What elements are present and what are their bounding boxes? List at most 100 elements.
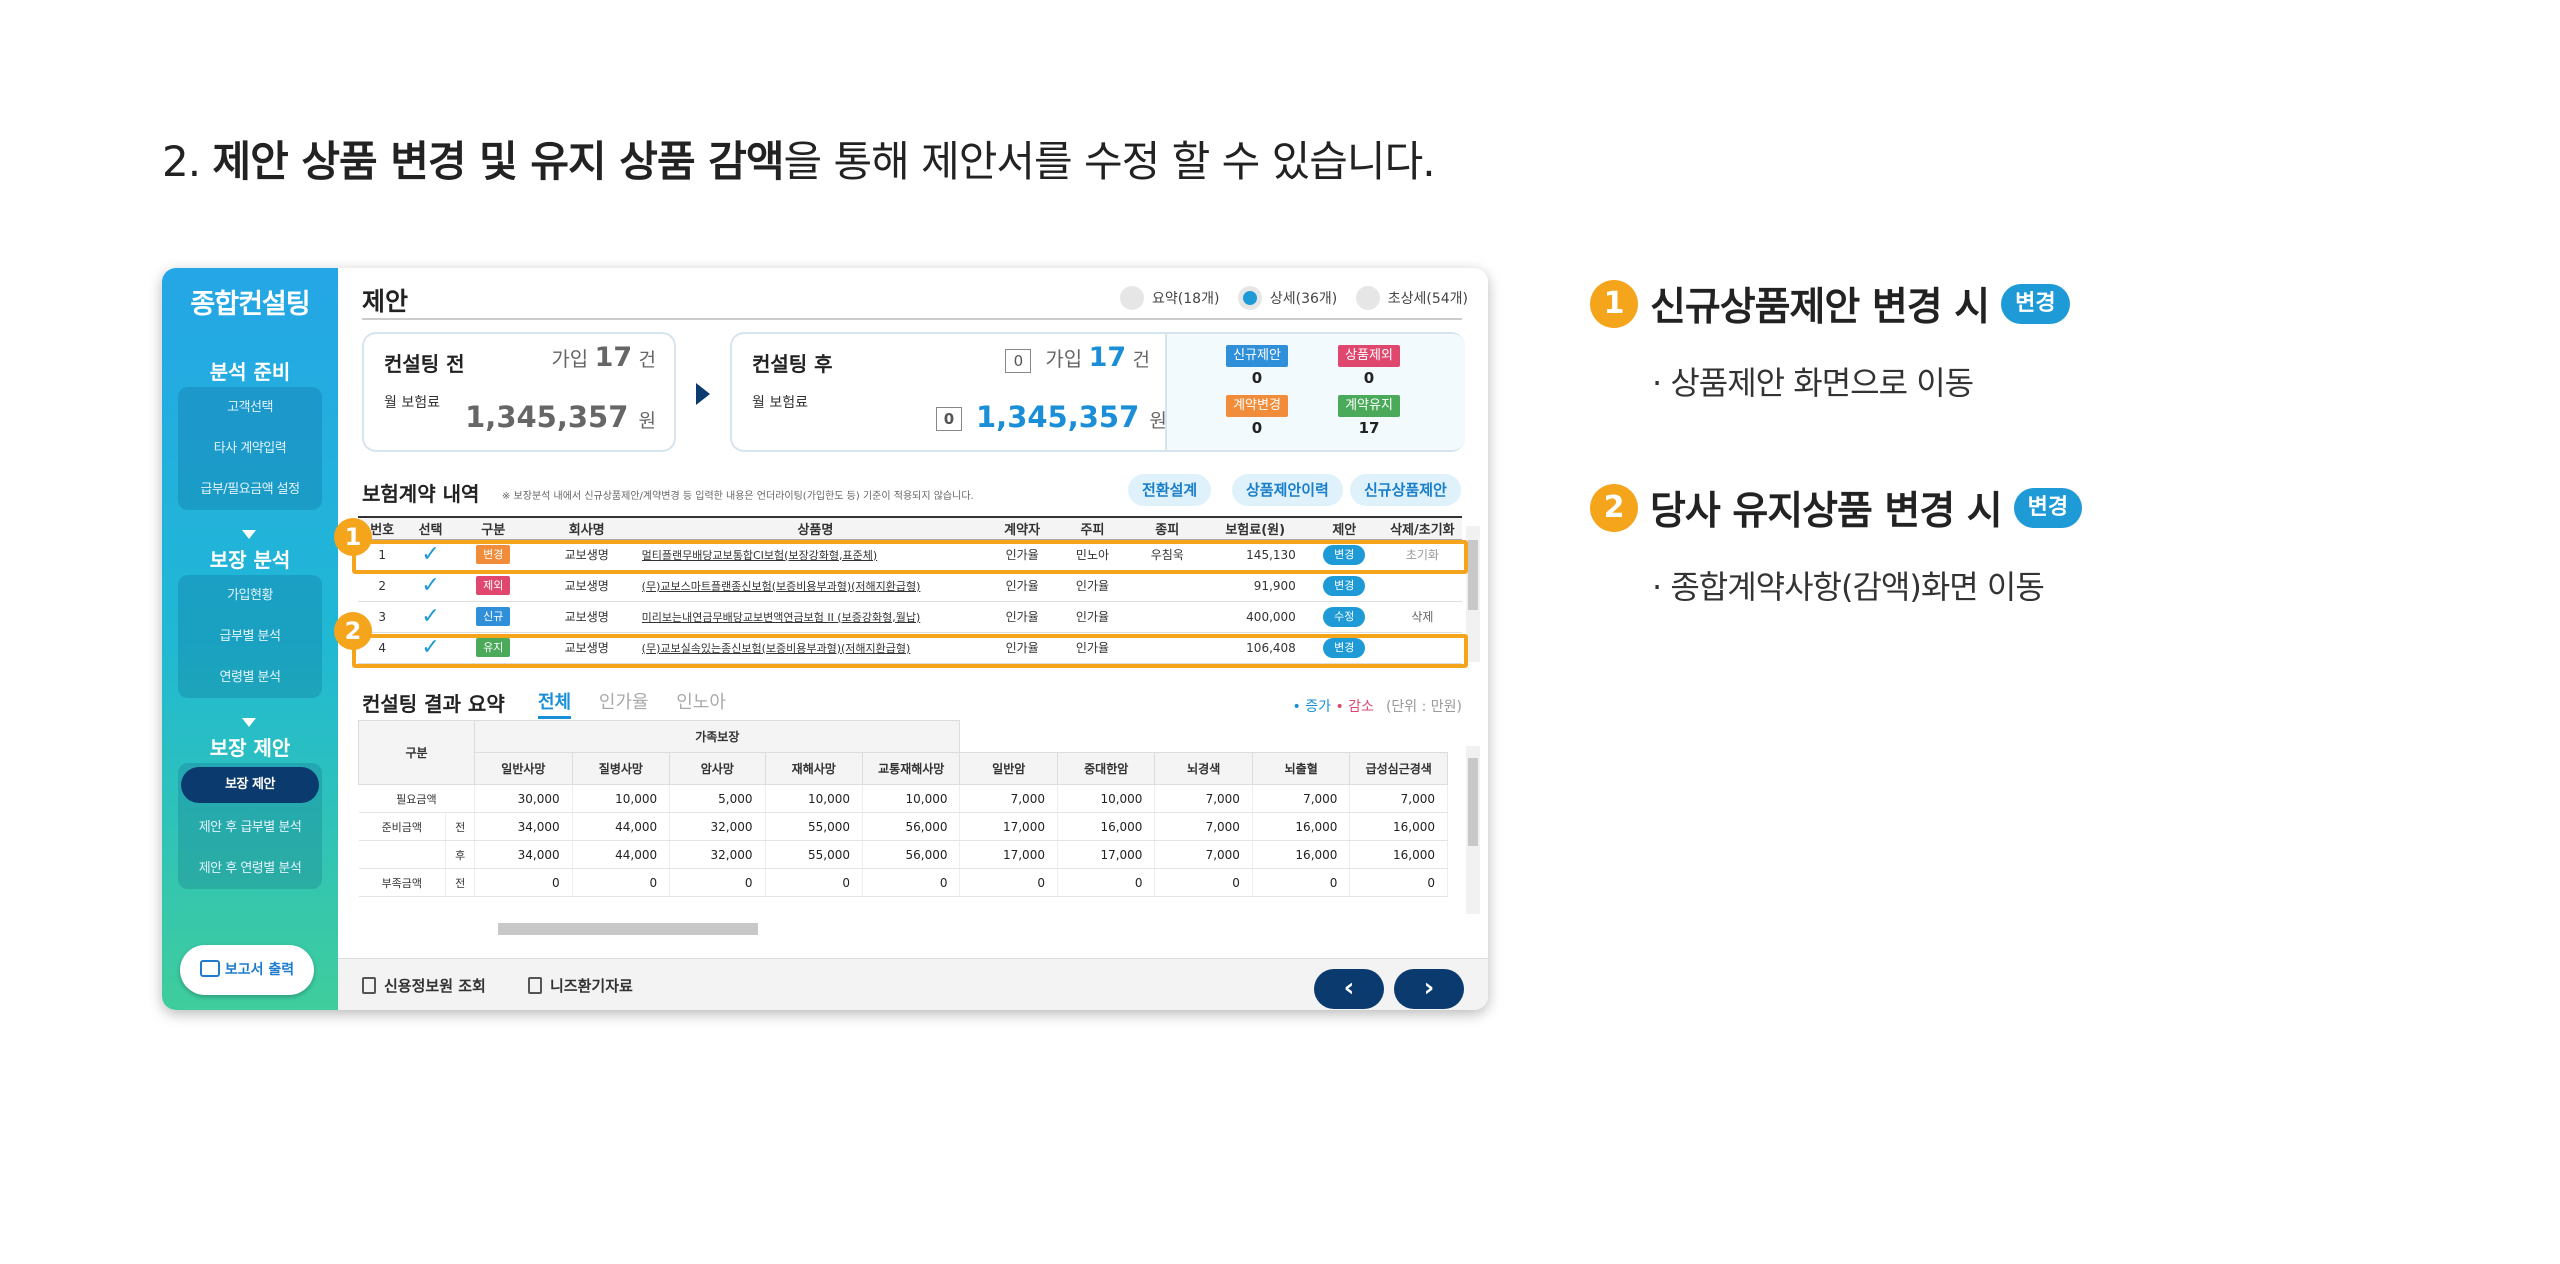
next-button[interactable]: › xyxy=(1394,969,1464,1009)
table-row[interactable]: 3 ✓ 신규 교보생명 미리보는내연금무배당교보변액연금보험 II (보증강화형… xyxy=(358,601,1462,633)
edit-button[interactable]: 수정 xyxy=(1323,606,1366,627)
callout-title: 신규상품제안 변경 시 xyxy=(1650,285,1990,330)
column-header: 주피 xyxy=(1055,516,1130,540)
change-button[interactable]: 변경 xyxy=(1323,575,1366,596)
cell: 32,000 xyxy=(669,812,766,841)
cell-premium: 91,900 xyxy=(1204,570,1306,602)
needs-material-link[interactable]: 니즈환기자료 xyxy=(528,975,633,996)
new-product-proposal-button[interactable]: 신규상품제안 xyxy=(1350,474,1461,506)
cell-contractor: 인가율 xyxy=(989,570,1056,602)
cell: 0 xyxy=(1057,868,1156,897)
cell: 7,000 xyxy=(1154,784,1253,813)
proposal-history-button[interactable]: 상품제안이력 xyxy=(1232,474,1343,506)
radio-detail[interactable]: 상세(36개) xyxy=(1237,286,1337,310)
row-sublabel: 후 xyxy=(445,840,476,869)
table-row: 부족금액 전 0 0 0 0 0 0 0 0 0 0 xyxy=(358,868,1448,897)
cell: 7,000 xyxy=(1154,812,1253,841)
check-icon[interactable]: ✓ xyxy=(406,539,455,571)
delete-button[interactable]: 삭제 xyxy=(1382,601,1462,633)
reset-button[interactable]: 초기화 xyxy=(1382,539,1462,571)
check-icon[interactable]: ✓ xyxy=(406,601,455,633)
change-button[interactable]: 변경 xyxy=(1323,637,1366,658)
scrollbar-thumb[interactable] xyxy=(498,923,758,935)
printer-icon xyxy=(199,960,220,977)
cell: 10,000 xyxy=(765,784,864,813)
tab-all[interactable]: 전체 xyxy=(538,692,572,719)
cell-sub-insured: 우침욱 xyxy=(1129,539,1205,571)
cell-type: 신규 xyxy=(454,601,532,633)
radio-icon xyxy=(1120,286,1145,310)
sidebar-item-customer-select[interactable]: 고객선택 xyxy=(178,387,322,428)
cell: 10,000 xyxy=(572,784,671,813)
column-header: 삭제/초기화 xyxy=(1382,516,1462,540)
group-header-empty xyxy=(959,720,1448,753)
cell: 44,000 xyxy=(572,840,671,869)
sidebar-item-other-contract[interactable]: 타사 계약입력 xyxy=(178,428,322,469)
column-header: 일반암 xyxy=(959,752,1058,785)
column-header: 중대한암 xyxy=(1056,752,1156,785)
cell: 17,000 xyxy=(959,840,1058,869)
sidebar-item-post-benefit[interactable]: 제안 후 급부별 분석 xyxy=(178,807,322,848)
cell: 7,000 xyxy=(1349,784,1448,813)
summary-horizontal-scrollbar[interactable] xyxy=(484,920,1448,938)
sidebar-item-benefit-analysis[interactable]: 급부별 분석 xyxy=(178,616,322,657)
footer-bar: 신용정보원 조회 니즈환기자료 ‹ › xyxy=(338,958,1488,1010)
cell: 0 xyxy=(572,868,671,897)
cell-main-insured: 인가율 xyxy=(1055,601,1130,633)
sidebar-item-post-age[interactable]: 제안 후 연령별 분석 xyxy=(178,848,322,889)
check-icon[interactable]: ✓ xyxy=(406,632,455,664)
status-kept: 계약유지 17 xyxy=(1337,394,1401,437)
column-header: 선택 xyxy=(406,516,455,540)
table-row[interactable]: 4 ✓ 유지 교보생명 (무)교보실속있는종신보험(보증비용부과형)(저해지환급… xyxy=(358,632,1462,664)
check-icon[interactable]: ✓ xyxy=(406,570,455,602)
cell-action: 변경 xyxy=(1305,570,1383,602)
sidebar-item-proposal[interactable]: 보장 제안 xyxy=(181,767,319,803)
credit-info-link[interactable]: 신용정보원 조회 xyxy=(362,975,486,996)
column-header: 질병사망 xyxy=(571,752,671,785)
scrollbar-thumb[interactable] xyxy=(1468,758,1478,846)
cell: 56,000 xyxy=(862,840,961,869)
column-header: 상품명 xyxy=(641,516,990,540)
status-grid: 신규제안 0 상품제외 0 계약변경 0 계약유지 17 xyxy=(1165,334,1465,450)
row-sublabel: 전 xyxy=(445,812,476,841)
row-label: 준비금액 xyxy=(358,812,447,841)
summary-vertical-scrollbar[interactable] xyxy=(1466,746,1480,914)
sidebar-item-benefit-setting[interactable]: 급부/필요금액 설정 xyxy=(178,469,322,510)
tab-person-2[interactable]: 인노아 xyxy=(676,692,726,713)
cell-action: 수정 xyxy=(1305,601,1383,633)
status-excluded: 상품제외 0 xyxy=(1337,344,1401,387)
sidebar-item-status[interactable]: 가입현황 xyxy=(178,575,322,616)
column-header: 급성심근경색 xyxy=(1349,752,1448,785)
tab-person-1[interactable]: 인가율 xyxy=(599,692,649,713)
change-button[interactable]: 변경 xyxy=(1323,544,1366,565)
cell-main-insured: 인가율 xyxy=(1055,570,1130,602)
scrollbar-thumb[interactable] xyxy=(1468,540,1478,610)
conversion-design-button[interactable]: 전환설계 xyxy=(1128,474,1212,506)
print-report-button[interactable]: 보고서 출력 xyxy=(180,945,314,995)
sidebar-section-title: 보장 제안 xyxy=(209,736,291,760)
marker-1: 1 xyxy=(334,518,372,556)
cell-product-link[interactable]: 멀티플랜무배당교보통합CI보험(보장강화형,표준체) xyxy=(641,539,990,571)
marker-2: 2 xyxy=(334,612,372,650)
summary-legend: • 증가 • 감소 (단위 : 만원) xyxy=(1292,699,1462,715)
callout-title: 당사 유지상품 변경 시 xyxy=(1650,489,2003,534)
cell: 17,000 xyxy=(959,812,1058,841)
contract-count: 0 가입 17 건 xyxy=(990,342,1150,373)
radio-summary[interactable]: 요약(18개) xyxy=(1120,286,1219,310)
table-row[interactable]: 1 ✓ 변경 교보생명 멀티플랜무배당교보통합CI보험(보장강화형,표준체) 인… xyxy=(358,539,1462,571)
cell-product-link[interactable]: (무)교보스마트플랜종신보험(보증비용부과형)(저해지환급형) xyxy=(641,570,990,602)
prev-button[interactable]: ‹ xyxy=(1314,969,1384,1009)
card-title: 컨설팅 전 xyxy=(384,352,465,376)
callout-description: · 상품제안 화면으로 이동 xyxy=(1652,364,1974,402)
cell-no: 2 xyxy=(358,570,407,602)
sidebar-item-age-analysis[interactable]: 연령별 분석 xyxy=(178,657,322,698)
column-header: 구분 xyxy=(454,516,532,540)
cell: 16,000 xyxy=(1252,812,1351,841)
cell-product-link[interactable]: 미리보는내연금무배당교보변액연금보험 II (보증강화형,월납) xyxy=(641,601,990,633)
cell-product-link[interactable]: (무)교보실속있는종신보험(보증비용부과형)(저해지환급형) xyxy=(641,632,990,664)
contracts-scrollbar[interactable] xyxy=(1466,526,1480,662)
table-row: 준비금액 전 34,000 44,000 32,000 55,000 56,00… xyxy=(358,812,1448,841)
radio-super-detail[interactable]: 초상세(54개) xyxy=(1355,286,1468,310)
app-window: 종합컨설팅 분석 준비 고객선택 타사 계약입력 급부/필요금액 설정 보장 분… xyxy=(162,268,1488,1010)
table-row[interactable]: 2 ✓ 제외 교보생명 (무)교보스마트플랜종신보험(보증비용부과형)(저해지환… xyxy=(358,570,1462,602)
